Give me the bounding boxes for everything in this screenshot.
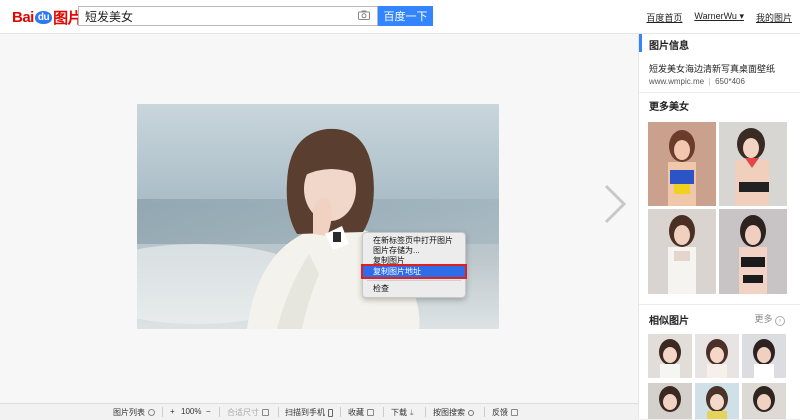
similar-more-label: 更多: [754, 314, 773, 324]
divider: [639, 304, 800, 305]
search-icon: [468, 409, 474, 416]
link-my-images[interactable]: 我的图片: [756, 11, 792, 24]
feedback-button[interactable]: 反馈: [492, 407, 518, 418]
top-bar: Bai du 图片 百度一下 百度首页 WarnerWu ▾ 我的图片: [0, 0, 800, 34]
more-thumb-4[interactable]: [719, 209, 787, 294]
image-source: www.wmpic.me: [649, 77, 705, 86]
user-name: WarnerWu: [694, 11, 737, 21]
menu-item-copy-image[interactable]: 复制图片: [363, 255, 465, 266]
search-button[interactable]: 百度一下: [378, 6, 433, 26]
download-label: 下载: [391, 408, 407, 417]
right-sidebar: 图片信息 短发美女海边清新写真桌面壁纸 www.wmpic.me | 650*4…: [638, 34, 800, 419]
circle-chevron-icon: [148, 409, 155, 416]
menu-item-copy-image-address[interactable]: 复制图片地址: [361, 264, 467, 279]
more-thumb-2[interactable]: [719, 122, 787, 206]
download-icon: ⤓: [410, 407, 414, 417]
link-user-warnerwu[interactable]: WarnerWu ▾: [694, 11, 744, 24]
camera-icon[interactable]: [358, 10, 370, 20]
scan-to-phone-label: 扫描到手机: [285, 408, 325, 417]
similar-thumb-6[interactable]: [742, 383, 786, 419]
similar-thumb-2[interactable]: [695, 334, 739, 378]
top-links: 百度首页 WarnerWu ▾ 我的图片: [646, 11, 792, 24]
collect-label: 收藏: [348, 408, 364, 417]
search-input[interactable]: [79, 7, 345, 25]
baidu-logo[interactable]: Bai du 图片: [12, 8, 83, 27]
zoom-out-button[interactable]: −: [206, 407, 211, 416]
feedback-icon: [511, 409, 518, 416]
similar-more-link[interactable]: 更多 ›: [754, 312, 785, 326]
toolbar-separator: [340, 407, 341, 417]
search-by-image-label: 按图搜索: [433, 408, 465, 417]
similar-thumb-3[interactable]: [742, 334, 786, 378]
menu-item-inspect[interactable]: 检查: [363, 283, 465, 294]
similar-images-heading: 相似图片: [649, 316, 689, 327]
zoom-in-button[interactable]: +: [170, 407, 175, 416]
image-list-button[interactable]: 图片列表: [113, 407, 155, 418]
scan-to-phone-button[interactable]: 扫描到手机: [285, 407, 333, 418]
bottom-toolbar: 图片列表 + 100% − 合适尺寸 扫描到手机 收藏 下载 ⤓ 按图搜索 反馈: [0, 403, 638, 420]
link-baidu-home[interactable]: 百度首页: [646, 11, 682, 24]
image-list-label: 图片列表: [113, 408, 145, 417]
image-size: 650*406: [715, 77, 745, 86]
folder-icon: [367, 409, 374, 416]
phone-icon: [328, 408, 333, 417]
search-by-image-button[interactable]: 按图搜索: [433, 407, 474, 418]
divider: [639, 92, 800, 93]
meta-separator: |: [708, 77, 711, 86]
toolbar-separator: [484, 407, 485, 417]
more-thumb-3[interactable]: [648, 209, 716, 294]
logo-text-bai: Bai: [12, 8, 34, 26]
fit-size-label: 合适尺寸: [227, 408, 259, 417]
chevron-down-icon: ▾: [739, 11, 744, 21]
image-info-heading: 图片信息: [649, 41, 689, 52]
collect-button[interactable]: 收藏: [348, 407, 374, 418]
toolbar-separator: [383, 407, 384, 417]
download-button[interactable]: 下载 ⤓: [391, 407, 414, 418]
next-image-arrow-icon[interactable]: [600, 182, 630, 226]
section-accent-bar: [639, 34, 642, 52]
toolbar-separator: [162, 407, 163, 417]
fit-size-button[interactable]: 合适尺寸: [227, 407, 269, 418]
image-info-title[interactable]: 短发美女海边清新写真桌面壁纸: [649, 62, 775, 75]
more-beauty-heading: 更多美女: [649, 102, 689, 113]
logo-paw-du: du: [34, 10, 53, 24]
feedback-label: 反馈: [492, 408, 508, 417]
similar-thumb-4[interactable]: [648, 383, 692, 419]
image-info-meta: www.wmpic.me | 650*406: [649, 77, 745, 86]
search-box: [78, 6, 378, 26]
similar-thumb-5[interactable]: [695, 383, 739, 419]
toolbar-separator: [278, 407, 279, 417]
menu-separator: [367, 280, 461, 281]
fit-size-icon: [262, 409, 269, 416]
toolbar-separator: [219, 407, 220, 417]
similar-thumb-1[interactable]: [648, 334, 692, 378]
more-thumb-1[interactable]: [648, 122, 716, 206]
image-viewer: 在新标签页中打开图片 图片存储为... 复制图片 复制图片地址 检查: [0, 34, 638, 403]
chevron-circle-icon: ›: [775, 316, 785, 326]
zoom-level: 100%: [181, 407, 202, 416]
toolbar-separator: [425, 407, 426, 417]
context-menu: 在新标签页中打开图片 图片存储为... 复制图片 复制图片地址 检查: [361, 232, 467, 298]
